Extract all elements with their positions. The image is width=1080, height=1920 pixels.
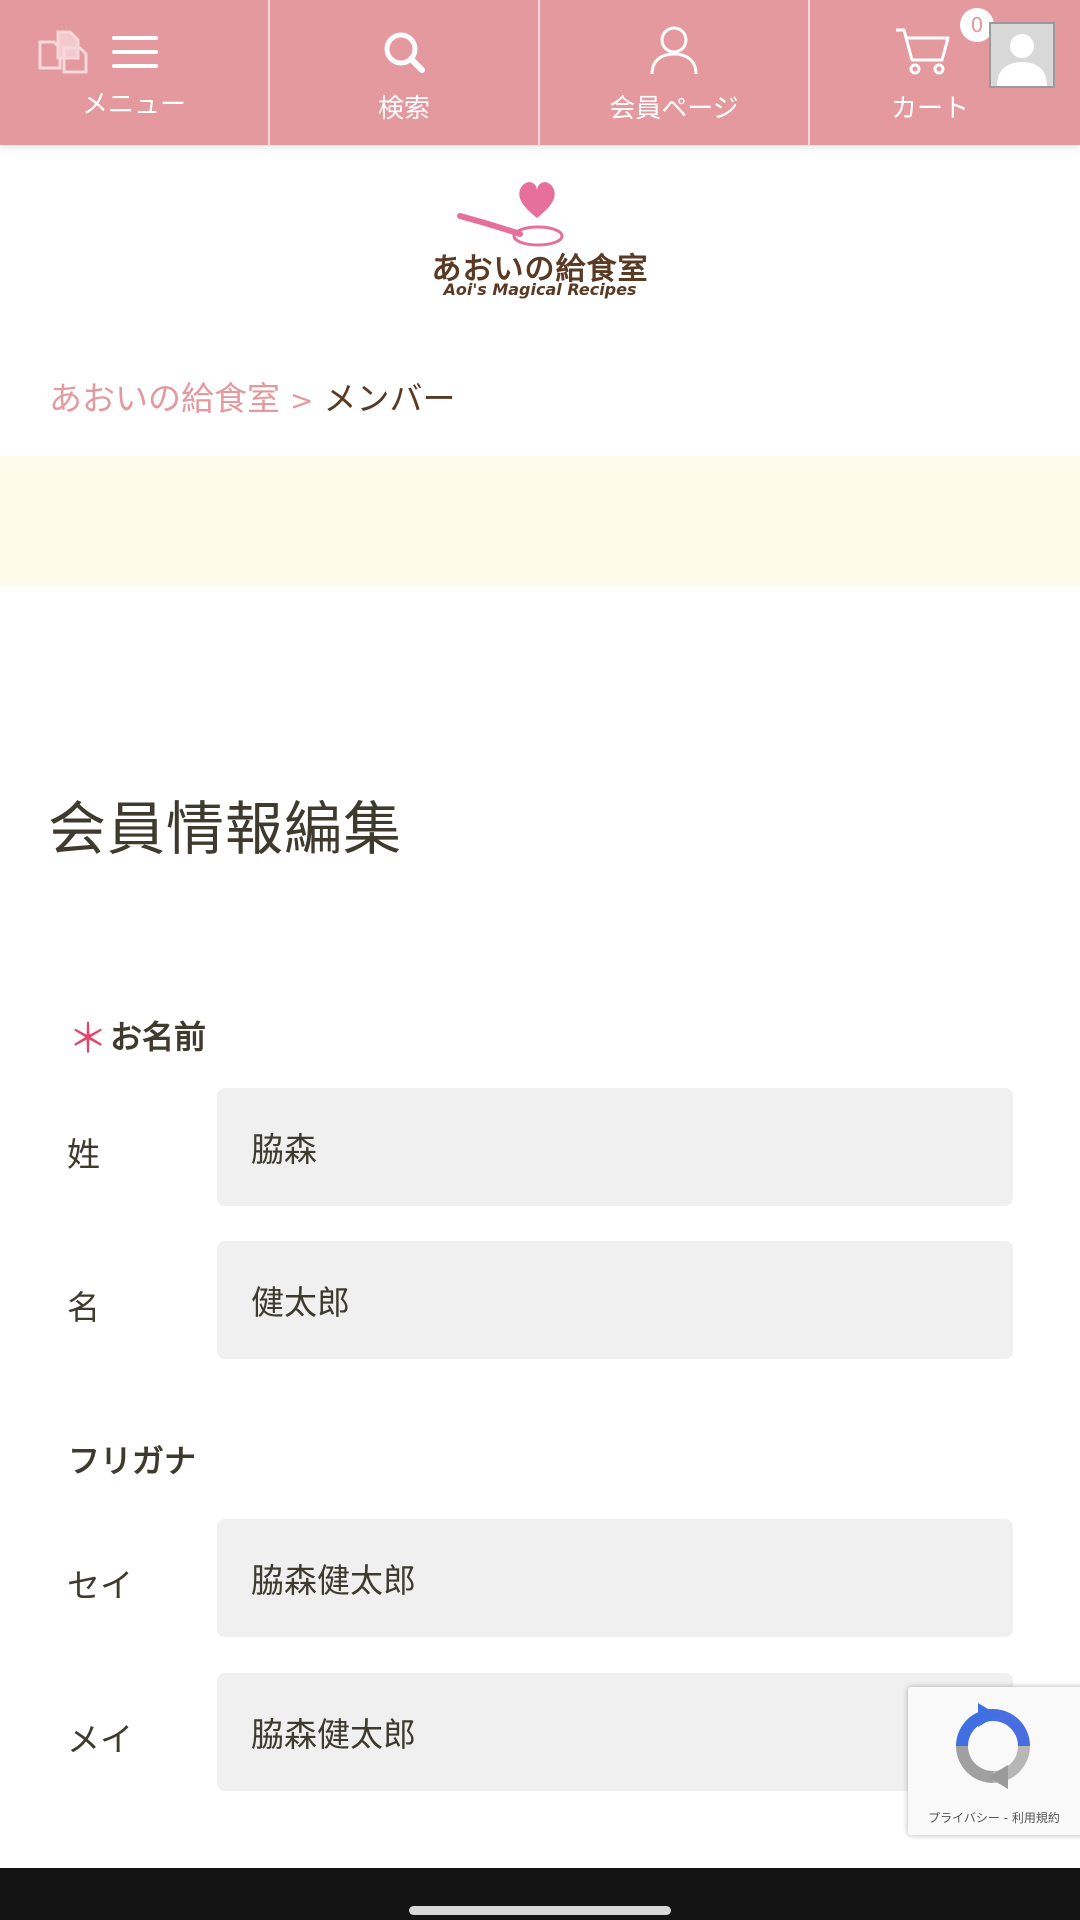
notice-banner bbox=[0, 456, 1080, 586]
logo-tagline: Aoi's Magical Recipes bbox=[443, 280, 637, 299]
nav-cart-label: カート bbox=[890, 94, 969, 124]
first-name-label: 名 bbox=[67, 1288, 100, 1327]
nav-search-label: 検索 bbox=[377, 94, 430, 124]
sei-row: セイ bbox=[0, 1519, 1080, 1639]
nav-search-button[interactable]: 検索 bbox=[270, 0, 540, 145]
breadcrumb-home-link[interactable]: あおいの給食室 bbox=[49, 379, 280, 418]
first-name-input[interactable] bbox=[217, 1241, 1013, 1359]
site-logo[interactable]: あおいの給食室 Aoi's Magical Recipes bbox=[430, 172, 650, 307]
breadcrumb-current: メンバー bbox=[323, 379, 456, 418]
recaptcha-privacy-terms[interactable]: プライバシー - 利用規約 bbox=[908, 1809, 1080, 1826]
furigana-section-label: フリガナ bbox=[68, 1442, 197, 1480]
hamburger-menu-icon bbox=[112, 34, 158, 74]
nav-member-label: 会員ページ bbox=[609, 94, 739, 124]
page-title: 会員情報編集 bbox=[48, 795, 403, 863]
heart-spoon-logo-icon bbox=[457, 182, 564, 247]
cart-icon bbox=[894, 26, 950, 80]
first-name-row: 名 bbox=[0, 1241, 1080, 1361]
recaptcha-icon bbox=[956, 1703, 1030, 1789]
nav-menu-button[interactable]: メニュー bbox=[0, 0, 270, 145]
name-section-text: お名前 bbox=[110, 1018, 207, 1056]
top-navigation: メニュー 検索 会員ページ カート bbox=[0, 0, 1080, 145]
search-icon bbox=[382, 30, 426, 78]
required-mark: ＊ bbox=[68, 1016, 108, 1062]
last-name-row: 姓 bbox=[0, 1088, 1080, 1208]
nav-menu-label: メニュー bbox=[81, 90, 186, 120]
avatar[interactable] bbox=[989, 22, 1055, 88]
name-section-label: ＊お名前 bbox=[68, 1002, 207, 1062]
pages-icon[interactable] bbox=[36, 26, 90, 82]
breadcrumb: あおいの給食室 > メンバー bbox=[49, 372, 455, 420]
breadcrumb-separator: > bbox=[290, 384, 314, 417]
user-icon bbox=[648, 24, 700, 80]
nav-member-button[interactable]: 会員ページ bbox=[540, 0, 810, 145]
mei-label: メイ bbox=[67, 1720, 133, 1759]
last-name-input[interactable] bbox=[217, 1088, 1013, 1206]
sei-label: セイ bbox=[67, 1566, 133, 1605]
home-indicator[interactable] bbox=[409, 1906, 671, 1915]
avatar-silhouette-icon bbox=[997, 34, 1047, 86]
last-name-label: 姓 bbox=[67, 1135, 100, 1174]
sei-input[interactable] bbox=[217, 1519, 1013, 1637]
mei-input[interactable] bbox=[217, 1673, 1013, 1791]
recaptcha-badge[interactable]: プライバシー - 利用規約 bbox=[908, 1687, 1080, 1835]
